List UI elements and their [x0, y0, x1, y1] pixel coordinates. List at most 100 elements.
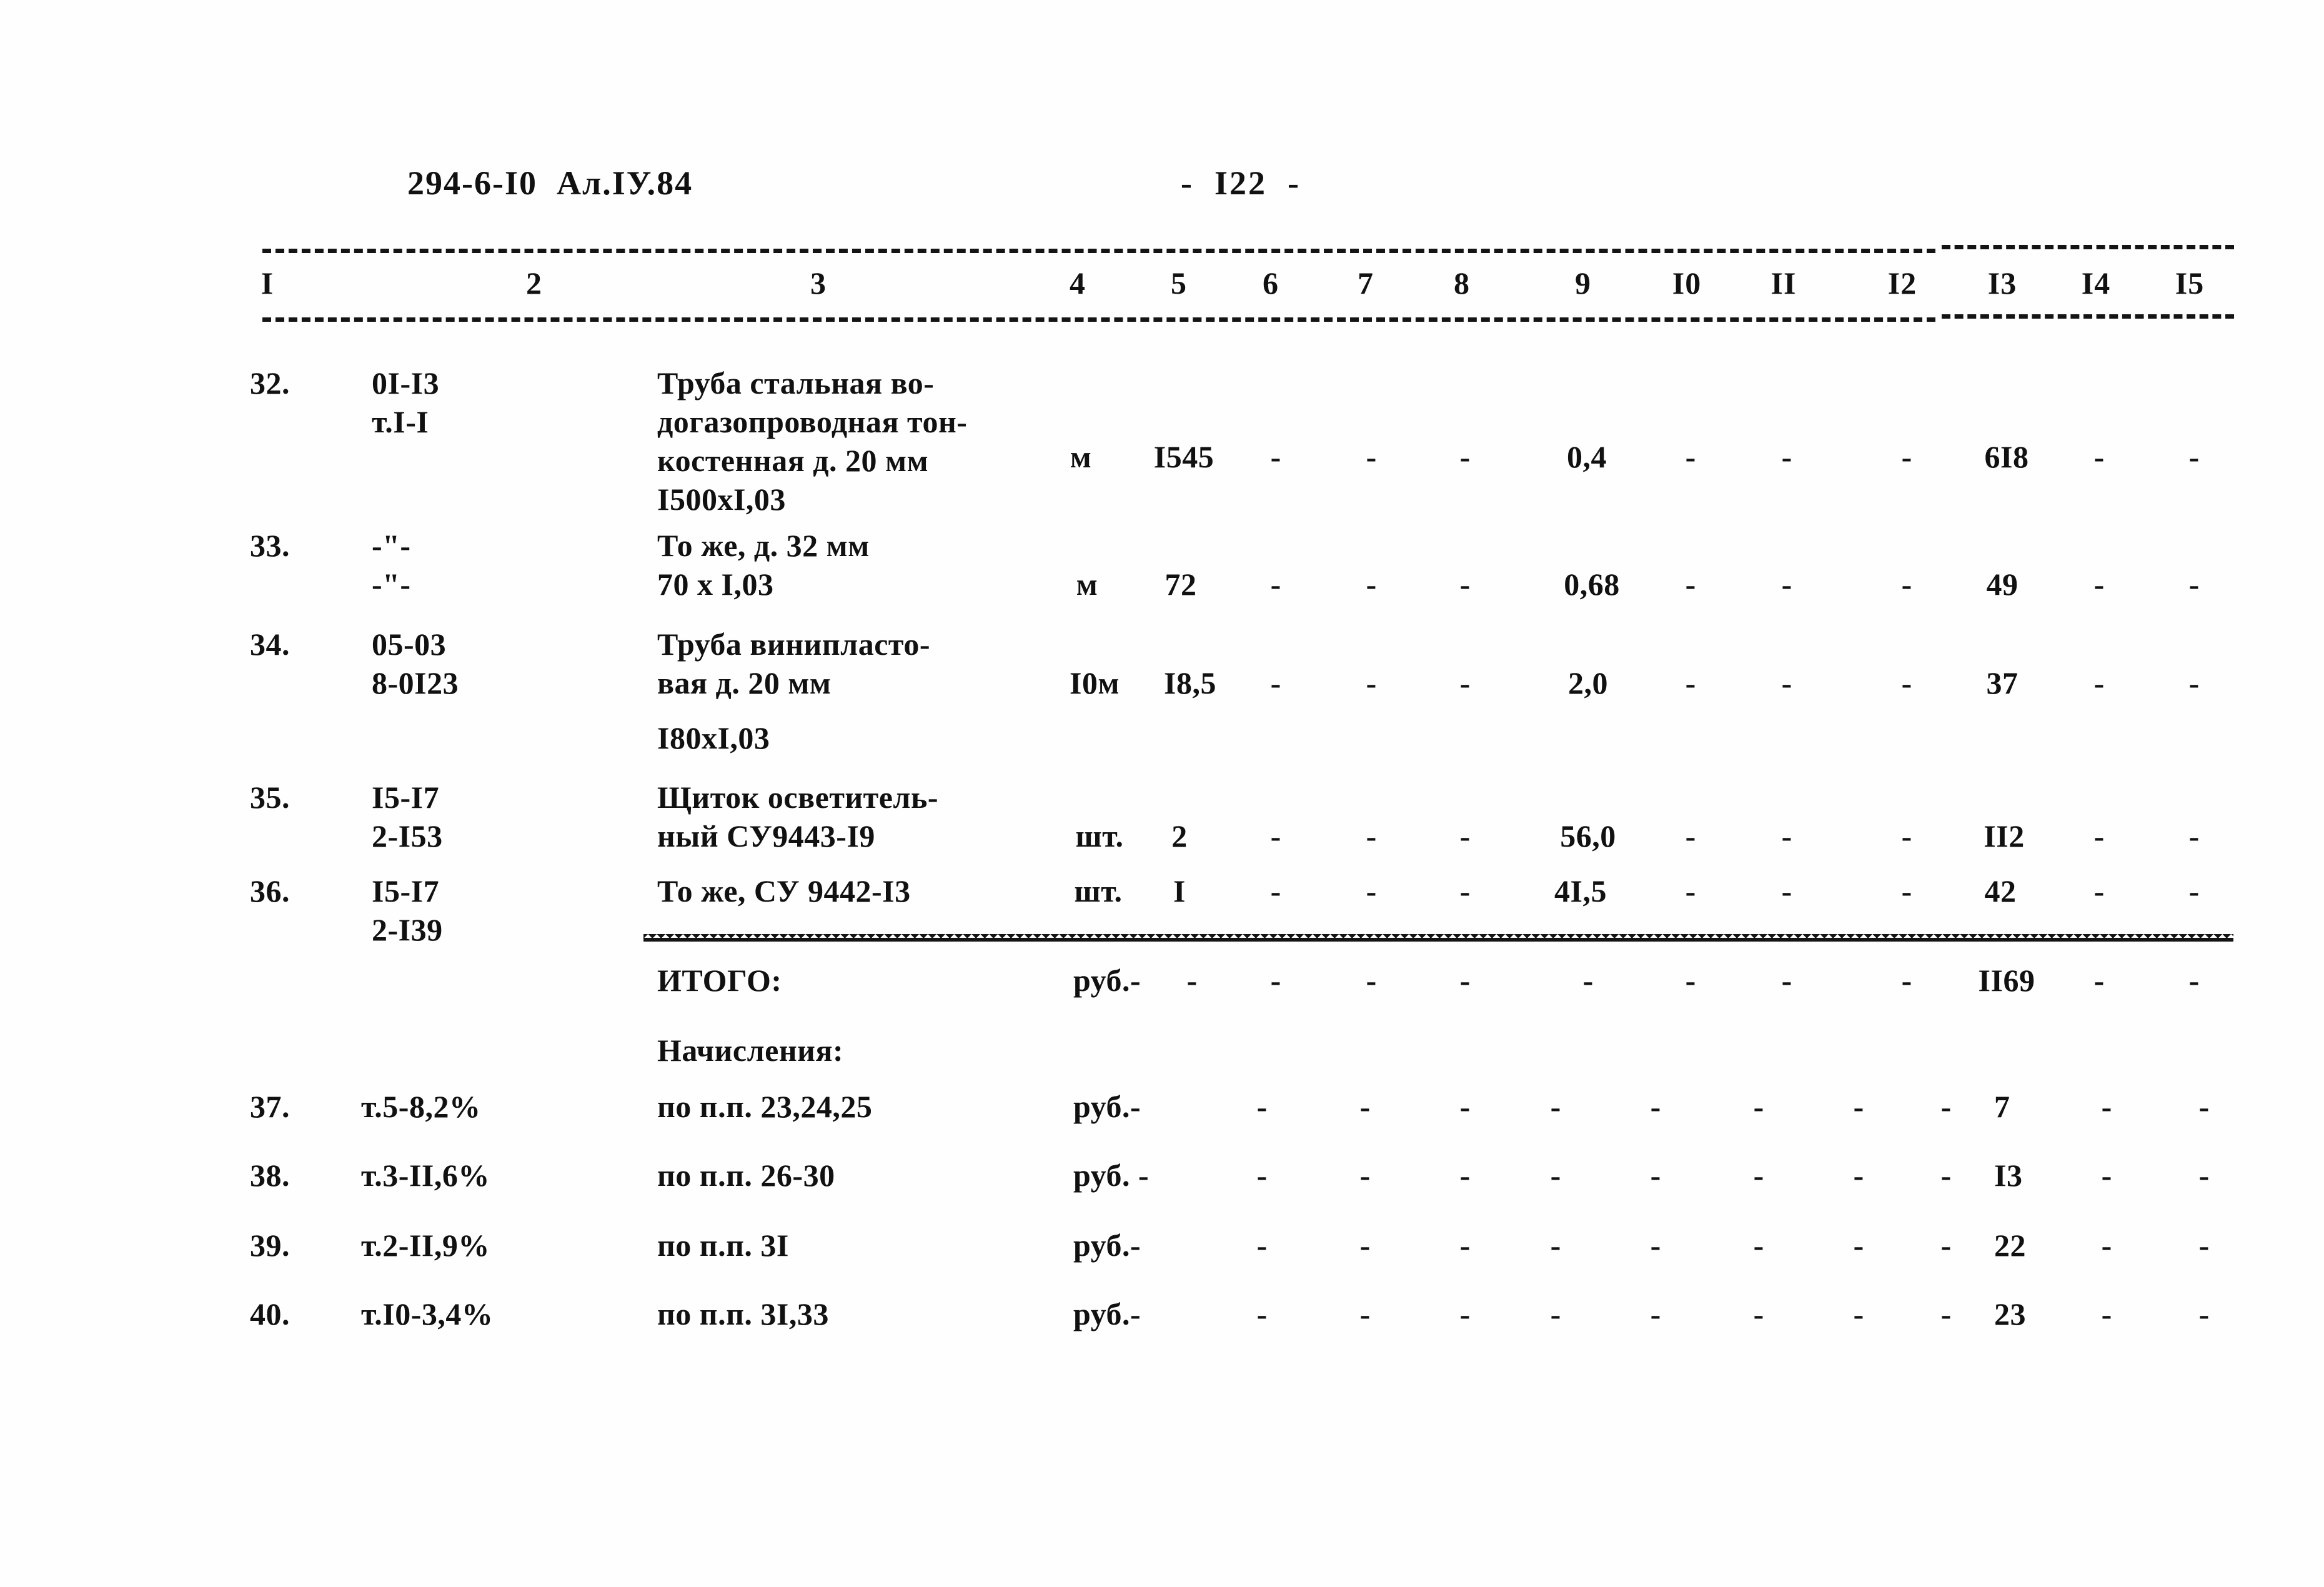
- table-row: -: [2101, 1228, 2112, 1263]
- table-row: 0,4: [1567, 439, 1607, 474]
- table-row: 7: [1994, 1089, 2010, 1124]
- table-row: 22: [1994, 1228, 2026, 1263]
- table-row: I0м: [1069, 665, 1120, 700]
- table-row: -: [2188, 818, 2200, 853]
- table-row: То же, СУ 9442-I3: [657, 873, 911, 908]
- table-row: Щиток осветитель- ный СУ9443-I9: [657, 780, 939, 853]
- table-row: -: [1685, 567, 1696, 602]
- table-row: -: [1781, 665, 1792, 700]
- table-row: -: [1650, 1089, 1661, 1124]
- table-row: -: [1781, 818, 1792, 853]
- table-row: -: [1901, 665, 1912, 700]
- table-row: Труба винипласто- вая д. 20 мм: [657, 627, 930, 700]
- table-row: -: [1459, 873, 1471, 908]
- table-row: -: [1853, 1228, 1864, 1263]
- table-row: -: [1901, 873, 1912, 908]
- table-row: т.5-8,2%: [361, 1089, 481, 1124]
- table-row: -: [1459, 1228, 1471, 1263]
- table-row: -: [1753, 1089, 1764, 1124]
- table-row: -: [1753, 1158, 1764, 1193]
- table-row: -: [1366, 439, 1377, 474]
- table-row: -: [1459, 818, 1471, 853]
- table-row: -: [1459, 567, 1471, 602]
- table-row: -: [1940, 1089, 1952, 1124]
- table-row: I80xI,03: [657, 720, 770, 755]
- table-row: -: [2093, 439, 2105, 474]
- table-row: 4I,5: [1554, 873, 1607, 908]
- table-row: -: [1685, 439, 1696, 474]
- table-row: -: [1359, 1158, 1371, 1193]
- table-row: -: [1550, 1089, 1561, 1124]
- total-cell: -: [1781, 963, 1792, 998]
- table-row: -: [1459, 1089, 1471, 1124]
- table-row: -: [1256, 1089, 1268, 1124]
- total-label: ИТОГО:: [657, 963, 782, 998]
- table-row: -: [1256, 1158, 1268, 1193]
- table-row: -: [1459, 665, 1471, 700]
- table-row: -: [2188, 439, 2200, 474]
- charges-label: Начисления:: [657, 1033, 844, 1068]
- table-row: -: [2198, 1228, 2210, 1263]
- table-row: по п.п. 3I,33: [657, 1296, 829, 1331]
- table-row: I5-I7 2-I53: [372, 780, 443, 853]
- table-row: т.2-II,9%: [361, 1228, 490, 1263]
- table-row: I3: [1994, 1158, 2023, 1193]
- table-row: -: [1550, 1228, 1561, 1263]
- table-row: 2,0: [1568, 665, 1608, 700]
- table-row: -: [1853, 1089, 1864, 1124]
- table-row: 0,68: [1564, 567, 1620, 602]
- table-row: -: [1459, 1158, 1471, 1193]
- total-cell: -: [1366, 963, 1377, 998]
- table-row: -: [1940, 1158, 1952, 1193]
- table-row: -: [1781, 873, 1792, 908]
- total-unit: руб.-: [1073, 963, 1141, 998]
- table-row: по п.п. 26-30: [657, 1158, 835, 1193]
- table-row: -: [2198, 1158, 2210, 1193]
- table-row: -: [1901, 567, 1912, 602]
- total-cell: -: [1270, 963, 1281, 998]
- table-row: -: [2198, 1089, 2210, 1124]
- table-row: -: [2101, 1158, 2112, 1193]
- total-cell: -: [1582, 963, 1594, 998]
- table-row: -"- -"-: [372, 528, 411, 602]
- table-row: м: [1070, 439, 1092, 474]
- table-row: -: [1550, 1158, 1561, 1193]
- table-row: -: [1256, 1296, 1268, 1331]
- total-cell: -: [2188, 963, 2200, 998]
- table-row: т.I0-3,4%: [361, 1296, 494, 1331]
- table-row: -: [1901, 818, 1912, 853]
- table-row: I8,5: [1164, 665, 1216, 700]
- table-row: шт.: [1074, 873, 1123, 908]
- table-row: -: [1366, 873, 1377, 908]
- table-row: -: [1270, 873, 1281, 908]
- table-row: -: [1650, 1158, 1661, 1193]
- table-row: То же, д. 32 мм 70 х I,03: [657, 528, 870, 602]
- table-row: 40.: [250, 1296, 290, 1331]
- table-row: -: [2093, 818, 2105, 853]
- table-row: -: [1940, 1296, 1952, 1331]
- table-row: -: [2188, 665, 2200, 700]
- table-row: 38.: [250, 1158, 290, 1193]
- table-row: -: [1940, 1228, 1952, 1263]
- table-row: 23: [1994, 1296, 2026, 1331]
- table-row: 37: [1986, 665, 2019, 700]
- table-row: шт.: [1075, 818, 1124, 853]
- table-row: -: [1853, 1158, 1864, 1193]
- table-row: -: [1359, 1296, 1371, 1331]
- table-row: I545: [1153, 439, 1214, 474]
- table-row: -: [1781, 567, 1792, 602]
- table-row: -: [2188, 873, 2200, 908]
- table-row: -: [1753, 1228, 1764, 1263]
- scanned-page: 294-6-I0 Ал.IУ.84 - I22 - I 2 3 4 5 6 7 …: [0, 0, 2324, 1587]
- table-row: 35.: [250, 780, 290, 815]
- table-row: по п.п. 23,24,25: [657, 1089, 873, 1124]
- table-row: 42: [1984, 873, 2017, 908]
- table-row: I: [1173, 873, 1186, 908]
- table-row: 36.: [250, 873, 290, 908]
- table-row: 33.: [250, 528, 290, 563]
- table-row: руб. -: [1073, 1158, 1150, 1193]
- table-row: -: [2101, 1296, 2112, 1331]
- table-row: -: [1685, 665, 1696, 700]
- total-cell: -: [2093, 963, 2105, 998]
- total-cell: -: [1901, 963, 1912, 998]
